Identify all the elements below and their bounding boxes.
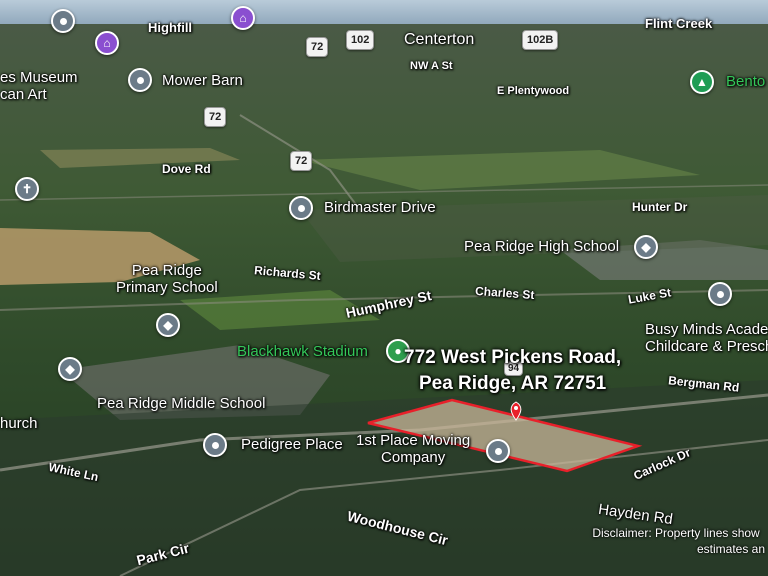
place-label-bentonville: Bento (726, 73, 766, 90)
place-pin-icon[interactable] (486, 439, 510, 463)
route-shield: 72 (204, 107, 227, 127)
busy-minds-line-1: Busy Minds Acade (645, 321, 768, 338)
address-line-1: 772 West Pickens Road, (404, 347, 622, 368)
primary-line-2: Primary School (116, 279, 218, 297)
moving-line-2: Company (381, 449, 446, 467)
place-label-highfill: Highfill (148, 20, 193, 35)
place-label-flint-creek: Flint Creek (645, 16, 713, 31)
place-label-centerton: Centerton (404, 31, 475, 48)
place-label-first-place-moving: 1st Place Moving Company (356, 432, 470, 467)
place-label-pea-ridge-middle-school: Pea Ridge Middle School (97, 395, 266, 412)
place-label-mower-barn: Mower Barn (162, 72, 243, 89)
park-pin-icon[interactable]: ▲ (690, 70, 714, 94)
place-label-pea-ridge-high-school: Pea Ridge High School (464, 238, 620, 255)
busy-minds-line-2: Childcare & Presch (645, 338, 768, 356)
museum-pin-icon[interactable]: ⌂ (95, 31, 119, 55)
route-shield: 72 (290, 151, 313, 171)
place-label-church: hurch (0, 415, 38, 432)
place-label-blackhawk-stadium: Blackhawk Stadium (237, 343, 368, 360)
museum-line-1: es Museum (0, 69, 78, 86)
place-label-busy-minds: Busy Minds Acade Childcare & Presch (645, 321, 768, 356)
school-pin-icon[interactable]: ◆ (58, 357, 82, 381)
route-shield: 72 (306, 37, 329, 57)
church-pin-icon[interactable]: ✝ (15, 177, 39, 201)
place-label-museum: es Museum can Art (0, 69, 78, 104)
place-label-pedigree-place: Pedigree Place (241, 436, 343, 453)
place-pin-icon[interactable] (128, 68, 152, 92)
property-address: 772 West Pickens Road, Pea Ridge, AR 727… (404, 345, 621, 396)
street-label-hunter-dr: Hunter Dr (632, 200, 688, 214)
aerial-map[interactable]: 72 102 102B 72 72 94 ⌂ ⌂ ▲ ✝ ◆ ◆ ● ◆ Hig… (0, 0, 768, 576)
disclaimer-line-1: Disclaimer: Property lines show (592, 526, 760, 540)
place-pin-icon[interactable] (708, 282, 732, 306)
landmark-pin-icon[interactable]: ⌂ (231, 6, 255, 30)
place-pin-icon[interactable] (51, 9, 75, 33)
school-pin-icon[interactable]: ◆ (156, 313, 180, 337)
street-label-e-plentywood: E Plentywood (497, 85, 570, 97)
route-shield: 102B (522, 30, 559, 50)
museum-line-2: can Art (0, 86, 47, 104)
primary-line-1: Pea Ridge (131, 262, 202, 279)
place-pin-icon[interactable] (289, 196, 313, 220)
disclaimer: Disclaimer: Property lines show estimate… (587, 526, 765, 557)
place-pin-icon[interactable] (203, 433, 227, 457)
place-label-birdmaster-drive: Birdmaster Drive (324, 199, 436, 216)
route-shield: 102 (346, 30, 375, 50)
school-pin-icon[interactable]: ◆ (634, 235, 658, 259)
street-label-dove-rd: Dove Rd (162, 162, 211, 176)
street-label-nw-a-st: NW A St (410, 60, 453, 72)
disclaimer-line-2: estimates an (697, 541, 766, 556)
moving-line-1: 1st Place Moving (356, 432, 471, 449)
place-label-pea-ridge-primary: Pea Ridge Primary School (116, 262, 218, 297)
address-line-2: Pea Ridge, AR 72751 (418, 372, 607, 394)
